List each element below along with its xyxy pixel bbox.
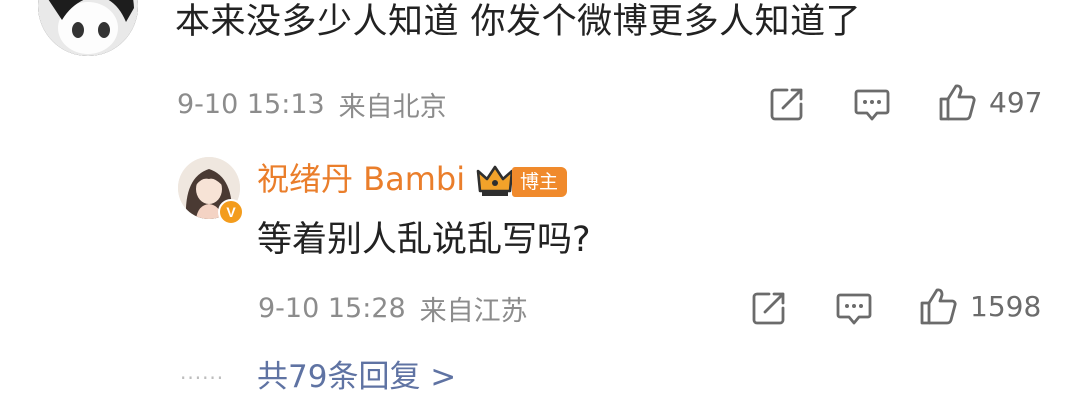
crown-icon <box>476 165 514 196</box>
reply-like-count: 1598 <box>970 289 1042 323</box>
thread-dots: ...... <box>180 360 225 384</box>
share-icon <box>770 88 803 121</box>
reply-date: 9-10 15:28 <box>258 292 406 324</box>
like-count: 497 <box>989 85 1043 119</box>
reply-location: 来自江苏 <box>419 295 528 327</box>
avatar-image <box>38 0 138 56</box>
reply-share-button[interactable] <box>751 286 787 330</box>
reply-author-name[interactable]: 祝绪丹 Bambi <box>257 158 465 200</box>
like-icon <box>920 288 957 325</box>
comment-location: 来自北京 <box>338 91 447 123</box>
more-replies-link[interactable]: 共79条回复 > <box>257 355 456 399</box>
verified-icon: V <box>218 199 244 225</box>
like-button[interactable]: 497 <box>937 80 1042 124</box>
comment-icon <box>854 89 890 121</box>
comment-date: 9-10 15:13 <box>177 88 325 120</box>
reply-comment-button[interactable] <box>835 286 873 330</box>
commenter-avatar[interactable] <box>38 0 138 56</box>
comment-button[interactable] <box>853 82 891 126</box>
comment-thread: 本来没多少人知道 你发个微博更多人知道了 9-10 15:13 来自北京 497 <box>0 0 1080 411</box>
comment-text: 本来没多少人知道 你发个微博更多人知道了 <box>175 2 862 42</box>
share-button[interactable] <box>769 82 805 126</box>
like-icon <box>939 84 976 121</box>
comment-meta: 9-10 15:13 来自北京 <box>177 82 447 126</box>
reply-like-button[interactable]: 1598 <box>918 284 1041 328</box>
host-badge: 博主 <box>512 167 568 197</box>
comment-icon <box>836 293 872 325</box>
share-icon <box>752 292 785 325</box>
reply-meta: 9-10 15:28 来自江苏 <box>258 286 528 330</box>
reply-text: 等着别人乱说乱写吗? <box>257 220 591 260</box>
